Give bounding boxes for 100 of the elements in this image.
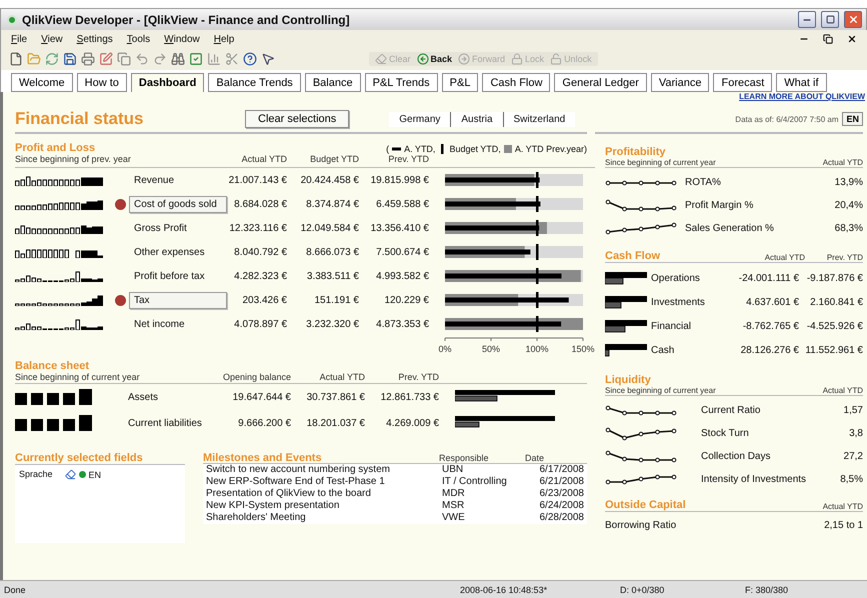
value-cell-text: 19.647.644 € <box>232 392 292 402</box>
row-label: Intensity of Investments <box>701 474 808 485</box>
tab[interactable]: Welcome <box>11 73 73 92</box>
tab[interactable]: Balance <box>304 73 361 92</box>
row-label: Profit Margin % <box>685 200 754 211</box>
section-subtitle: Since beginning of current year <box>15 372 215 384</box>
tab[interactable]: Cash Flow <box>482 73 550 92</box>
value-cell-text: -9.187.876 € <box>806 272 863 284</box>
column-header: Prev. YTD <box>826 253 863 262</box>
legend-swatch <box>504 144 512 154</box>
checkbox-icon[interactable] <box>189 52 203 66</box>
value-cell-text: -8.762.765 € <box>742 320 799 332</box>
sparkline <box>605 199 677 212</box>
value-cell-text: 19.815.998 € <box>370 174 430 186</box>
row-label: Borrowing Ratio <box>605 520 678 530</box>
value-cell-text: 20,4% <box>834 200 863 211</box>
legend-label: A. YTD, <box>404 144 436 154</box>
value-cell-text: 151.191 € <box>314 294 360 306</box>
value-cell-text: 28.126.276 € <box>740 344 799 356</box>
value-cell-text: 8.374.874 € <box>305 198 360 210</box>
maximize-button[interactable] <box>821 11 839 28</box>
section-title: Liquidity <box>605 374 652 386</box>
tab[interactable]: Forecast <box>713 73 772 92</box>
value-cell-text: -24.001.111 € <box>738 272 799 284</box>
pencil-icon[interactable] <box>99 52 113 66</box>
row-label: Stock Turn <box>701 428 750 439</box>
toolbar-button[interactable]: Back <box>416 53 452 65</box>
close-button[interactable] <box>844 11 862 28</box>
value-cell-text: 4.993.582 € <box>375 270 430 282</box>
indicator-dot <box>114 198 126 210</box>
binoculars-icon[interactable] <box>171 52 185 66</box>
value-cell-text: 1,57 <box>842 405 863 416</box>
sparkline <box>605 222 677 235</box>
section-title: Balance sheet <box>15 360 90 372</box>
restore-icon[interactable] <box>823 34 833 44</box>
value-cell-text: 4.282.323 € <box>233 270 288 282</box>
column-header: Prev. YTD <box>365 154 435 168</box>
row-label: Investments <box>651 296 706 308</box>
value-cell-text: 3.232.320 € <box>305 318 360 330</box>
country-item[interactable]: Germany <box>389 112 450 126</box>
menu-item[interactable]: View <box>41 34 63 44</box>
close-icon <box>848 14 858 25</box>
value-cell-text: 8,5% <box>839 474 863 485</box>
table-cell: Shareholders' Meeting <box>203 512 439 524</box>
eraser-icon <box>375 53 387 65</box>
tab[interactable]: Variance <box>650 73 710 92</box>
copy-icon[interactable] <box>117 52 131 66</box>
row-label: Assets <box>127 390 160 404</box>
country-item[interactable]: Austria <box>450 112 503 126</box>
learn-more-link[interactable]: LEARN MORE ABOUT QLIKVIEW <box>739 92 865 102</box>
tab[interactable]: General Ledger <box>554 73 647 92</box>
label-button[interactable]: Cost of goods sold <box>129 196 227 212</box>
arrow-left-icon <box>416 53 429 65</box>
mini-bar-chart <box>605 271 649 285</box>
section-title: Outside Capital <box>605 499 686 511</box>
menu-item[interactable]: Window <box>164 34 200 44</box>
value-cell-text: 203.426 € <box>242 294 288 306</box>
pointer-icon[interactable] <box>261 52 275 66</box>
printer-icon[interactable] <box>81 52 95 66</box>
tab[interactable]: What if <box>776 73 827 92</box>
tab[interactable]: Dashboard <box>130 73 204 92</box>
save-icon[interactable] <box>63 52 77 66</box>
row-label: Net income <box>133 318 186 332</box>
eraser-icon[interactable] <box>64 469 76 480</box>
menu-item[interactable]: File <box>11 34 28 44</box>
column-header: Actual YTD <box>764 253 805 262</box>
app-icon <box>7 14 17 24</box>
clear-selections-button[interactable]: Clear selections <box>245 110 350 128</box>
menu-item[interactable]: Settings <box>76 34 113 44</box>
language-button[interactable]: EN <box>842 112 863 126</box>
tab[interactable]: P&L <box>442 73 478 92</box>
field-name: Sprache <box>19 469 53 479</box>
axis-label: 50% <box>482 344 500 354</box>
minimize-button[interactable] <box>798 11 816 28</box>
table-cell: 6/24/2008 <box>525 500 587 512</box>
section-subtitle: Since beginning of current year <box>605 158 716 167</box>
country-item[interactable]: Switzerland <box>502 112 576 126</box>
status-text: F: 380/380 <box>744 584 790 594</box>
value-cell-text: 18.201.037 € <box>306 418 366 428</box>
value-cell-text: 13,9% <box>834 177 863 188</box>
close-icon[interactable] <box>847 34 857 44</box>
section-title: Cash Flow <box>605 250 662 262</box>
file-icon[interactable] <box>9 52 23 66</box>
label-button[interactable]: Tax <box>129 292 227 308</box>
value-cell-text: 2.160.841 € <box>809 296 863 308</box>
mini-bar-chart <box>605 319 649 333</box>
value-cell-text: 20.424.458 € <box>300 174 360 186</box>
value-cell-text: 21.007.143 € <box>228 174 288 186</box>
table-cell: 6/28/2008 <box>525 512 587 524</box>
tab[interactable]: How to <box>76 73 127 92</box>
value-cell-text: 27,2 <box>842 451 863 462</box>
tab[interactable]: P&L Trends <box>364 73 438 92</box>
tab[interactable]: Balance Trends <box>208 73 301 92</box>
table-cell: VWE <box>439 512 525 524</box>
indicator-dot <box>114 294 126 306</box>
value-cell-text: 8.040.792 € <box>233 246 288 258</box>
help-icon[interactable] <box>243 52 257 66</box>
sparkline <box>605 450 677 463</box>
menu-item[interactable]: Help <box>214 34 234 44</box>
menu-item[interactable]: Tools <box>126 34 150 44</box>
